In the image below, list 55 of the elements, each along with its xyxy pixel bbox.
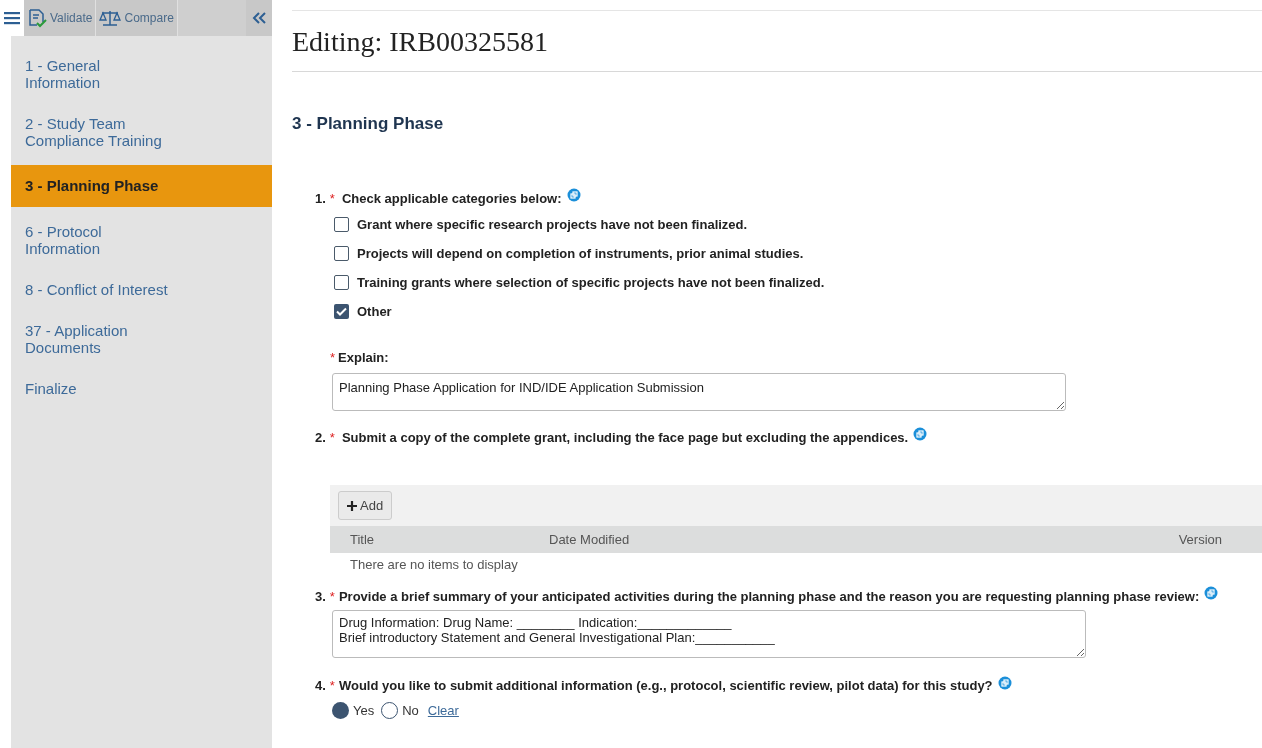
explain-field[interactable]: Planning Phase Application for IND/IDE Application Submission xyxy=(332,372,1066,411)
sidebar-item[interactable]: 3 - Planning Phase xyxy=(11,165,272,207)
column-header: Version xyxy=(1178,530,1222,549)
column-header: Title xyxy=(350,530,375,549)
summary-field[interactable]: Drug Information: Drug Name: ________ Indication:_____________ Brief introductory Statement and General Investigational Plan:___________ xyxy=(332,610,1086,658)
checkbox[interactable] xyxy=(334,217,349,232)
menu-icon xyxy=(4,11,20,25)
required-mark: * xyxy=(329,428,335,447)
section-title: 3 - Planning Phase xyxy=(292,113,444,135)
required-mark: * xyxy=(329,587,335,606)
checkbox[interactable] xyxy=(334,246,349,261)
sidebar-item[interactable]: 6 - Protocol Information xyxy=(11,212,186,268)
field-label: Explain: xyxy=(338,349,389,367)
plus-icon xyxy=(347,500,357,511)
question-label: Check applicable categories below: xyxy=(341,189,562,208)
sidebar-item[interactable]: 8 - Conflict of Interest xyxy=(11,270,186,309)
double-chevron-left-icon xyxy=(252,12,266,24)
sidebar-item[interactable]: 2 - Study Team Compliance Training xyxy=(11,104,186,160)
clear-link[interactable]: Clear xyxy=(427,700,459,720)
question-number: 2. xyxy=(315,428,326,447)
help-icon[interactable] xyxy=(913,427,928,442)
empty-message: There are no items to display xyxy=(350,556,518,574)
document-check-icon xyxy=(27,8,47,28)
sidebar-item[interactable]: 37 - Application Documents xyxy=(11,311,186,367)
add-button[interactable]: Add xyxy=(338,491,393,520)
question-number: 4. xyxy=(315,677,326,695)
page-title: Editing: IRB00325581 xyxy=(292,26,548,58)
question-label: Provide a brief summary of your anticipated activities during the planning phase and the reason you are requesting planning phase review: xyxy=(338,587,1200,606)
sidebar-item[interactable]: Finalize xyxy=(11,369,186,408)
question-label: Submit a copy of the complete grant, including the face page but excluding the appendices. xyxy=(341,428,909,447)
toolbar-button[interactable]: Validate xyxy=(24,0,97,36)
checkbox-label: Other xyxy=(357,302,392,321)
checkbox-label: Grant where specific research projects have not been finalized. xyxy=(357,215,748,234)
sidebar-item[interactable]: 1 - General Information xyxy=(11,46,186,102)
scale-icon xyxy=(99,9,122,27)
help-icon[interactable] xyxy=(566,188,581,203)
checkbox[interactable] xyxy=(334,304,349,319)
required-mark: * xyxy=(329,189,335,208)
checkbox-label: Training grants where selection of specific projects have not been finalized. xyxy=(357,273,825,292)
toolbar-button[interactable]: Compare xyxy=(96,0,178,36)
checkbox-label: Projects will depend on completion of instruments, prior animal studies. xyxy=(357,244,804,263)
radio-label: No xyxy=(402,701,419,720)
radio-label: Yes xyxy=(353,701,375,720)
required-mark: * xyxy=(330,349,336,367)
question-number: 3. xyxy=(315,587,326,606)
help-icon[interactable] xyxy=(997,675,1012,690)
question-number: 1. xyxy=(315,189,326,208)
help-icon[interactable] xyxy=(1204,586,1219,601)
checkbox[interactable] xyxy=(334,275,349,290)
question-label: Would you like to submit additional information (e.g., protocol, scientific review, pilot data) for this study? xyxy=(338,677,993,695)
radio-button[interactable] xyxy=(332,701,349,719)
column-header: Date Modified xyxy=(549,530,630,549)
required-mark: * xyxy=(329,677,335,695)
radio-button[interactable] xyxy=(381,701,399,719)
collapse-button[interactable] xyxy=(246,0,272,36)
